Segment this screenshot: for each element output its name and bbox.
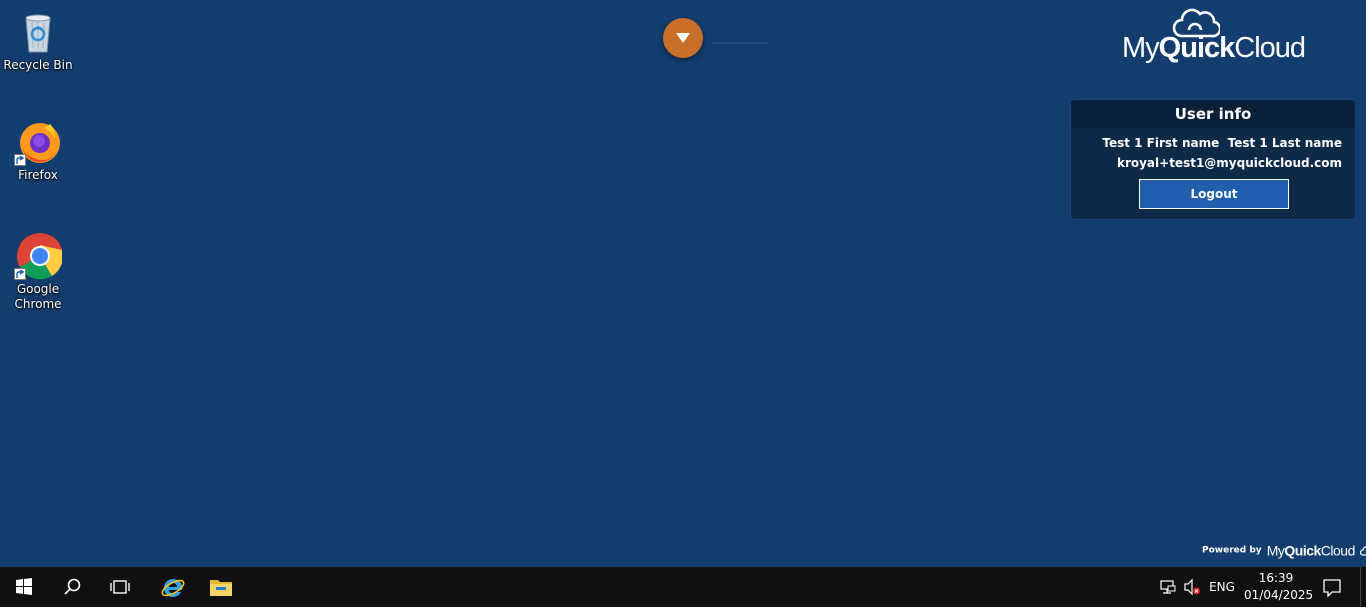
- action-center-button[interactable]: [1318, 567, 1346, 607]
- toolbar-toggle-button[interactable]: [663, 18, 703, 58]
- search-button[interactable]: [48, 567, 96, 607]
- network-tray-button[interactable]: [1158, 567, 1178, 607]
- brand-name-part3: Cloud: [1234, 32, 1306, 64]
- toolbar-divider: [712, 42, 768, 44]
- cloud-icon: [1359, 545, 1366, 556]
- desktop-icon-label: Google Chrome: [14, 282, 62, 311]
- shortcut-arrow-icon: [14, 154, 26, 166]
- start-icon: [16, 578, 32, 595]
- taskbar: ENG 16:39 01/04/2025: [0, 567, 1366, 607]
- powered-brand-part2: Quick: [1284, 542, 1321, 559]
- volume-muted-icon: [1184, 578, 1201, 596]
- user-email: kroyal+test1@myquickcloud.com: [1116, 156, 1342, 170]
- powered-by-label: Powered by: [1202, 545, 1262, 556]
- file-explorer-icon: [210, 580, 232, 596]
- internet-explorer-button[interactable]: [148, 567, 196, 607]
- clock-date: 01/04/2025: [1244, 588, 1314, 602]
- task-view-button[interactable]: [96, 567, 144, 607]
- brand-name-part1: My: [1122, 32, 1160, 64]
- user-full-name: Test 1 First name Test 1 Last name: [1102, 136, 1342, 150]
- internet-explorer-icon: [161, 578, 185, 597]
- network-icon: [1160, 580, 1176, 594]
- powered-brand-part1: My: [1266, 542, 1285, 559]
- clock-time: 16:39: [1258, 571, 1294, 585]
- desktop: Recycle Bin Firefox Google Chrome MyQuic…: [0, 0, 1366, 567]
- chrome-icon: [14, 232, 63, 280]
- powered-brand-part3: Cloud: [1320, 542, 1356, 559]
- desktop-icon-label: Firefox: [18, 168, 58, 182]
- desktop-icon-label: Recycle Bin: [3, 58, 73, 72]
- chevron-down-icon: [676, 33, 690, 43]
- brand-logo: MyQuickCloud: [1118, 8, 1308, 68]
- clock[interactable]: 16:39 01/04/2025: [1244, 570, 1314, 604]
- shortcut-arrow-icon: [14, 268, 26, 280]
- show-desktop-button[interactable]: [1360, 567, 1366, 607]
- user-info-panel: User info Test 1 First name Test 1 Last …: [1070, 99, 1356, 220]
- brand-name-part2: Quick: [1158, 32, 1236, 64]
- volume-tray-button[interactable]: [1182, 567, 1202, 607]
- logout-button[interactable]: Logout: [1139, 179, 1289, 209]
- language-indicator[interactable]: ENG: [1204, 567, 1240, 607]
- file-explorer-button[interactable]: [196, 567, 244, 607]
- task-view-icon: [110, 580, 130, 594]
- recycle-bin-icon: [14, 8, 62, 56]
- start-button[interactable]: [0, 567, 48, 607]
- desktop-icon-google-chrome[interactable]: Google Chrome: [0, 232, 76, 312]
- powered-by-badge: Powered by MyQuickCloud: [1202, 540, 1366, 559]
- search-icon: [64, 578, 81, 595]
- notification-icon: [1323, 579, 1341, 598]
- desktop-icon-firefox[interactable]: Firefox: [0, 118, 76, 183]
- firefox-icon: [14, 118, 62, 166]
- user-info-title: User info: [1071, 100, 1355, 128]
- desktop-icon-recycle-bin[interactable]: Recycle Bin: [0, 8, 76, 73]
